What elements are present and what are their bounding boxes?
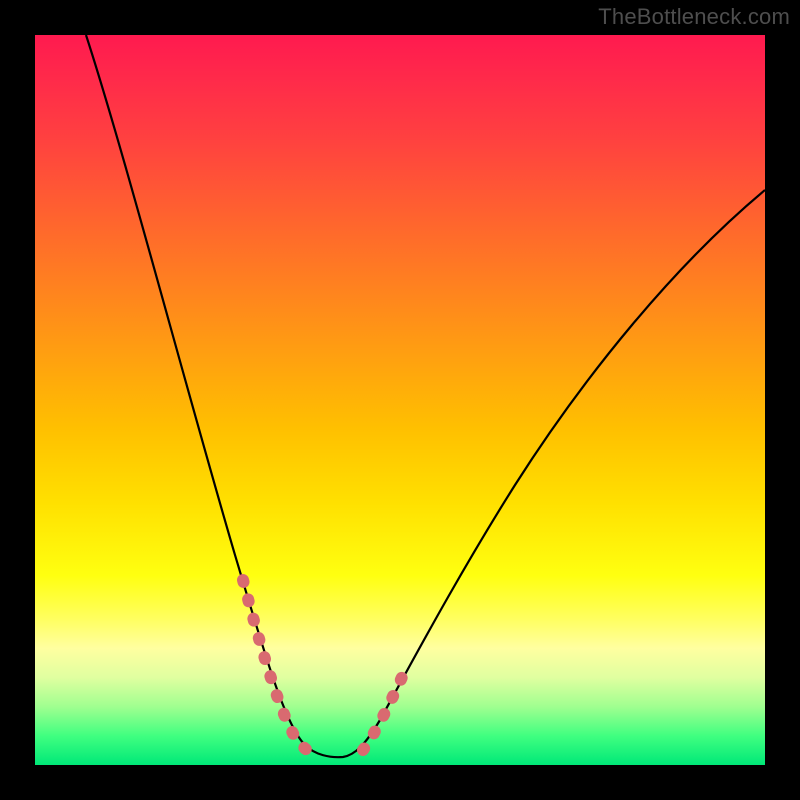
highlight-right [363, 675, 403, 750]
highlight-left [243, 580, 321, 757]
plot-area [35, 35, 765, 765]
watermark-text: TheBottleneck.com [598, 4, 790, 30]
chart-frame: TheBottleneck.com [0, 0, 800, 800]
curve-layer [35, 35, 765, 765]
bottleneck-curve [86, 35, 765, 757]
